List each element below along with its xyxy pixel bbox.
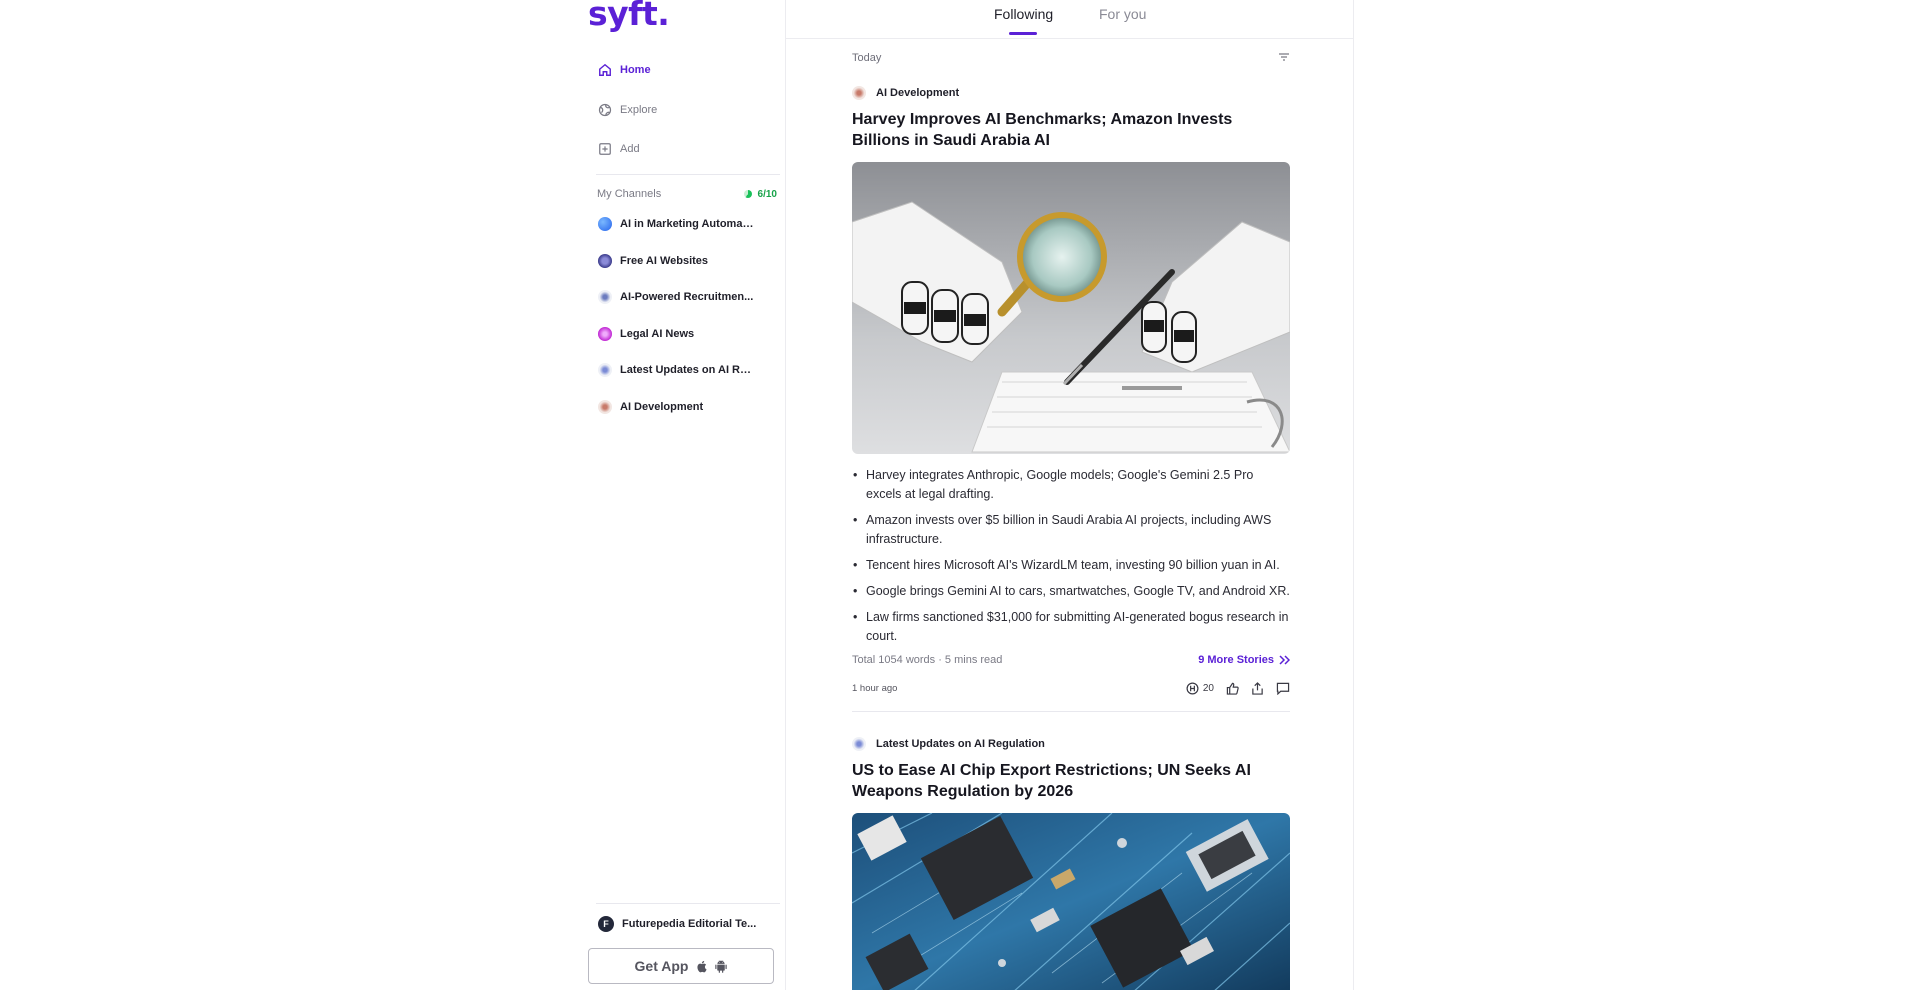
profile-button[interactable]: F Futurepedia Editorial Te... [598,916,756,932]
reactions-count: 20 [1202,683,1214,694]
get-app-button[interactable]: Get App [588,948,774,984]
summary-bullet: Google brings Gemini AI to cars, smartwa… [852,582,1290,601]
channel-avatar-icon [852,86,866,100]
active-tab-indicator [1009,32,1037,35]
channel-item[interactable]: Latest Updates on AI Re... [598,360,768,380]
circuit-board-illustration [852,813,1290,990]
card-image[interactable] [852,813,1290,990]
apple-icon [697,960,708,972]
double-chevron-right-icon [1279,655,1290,665]
summary-bullet: Harvey integrates Anthropic, Google mode… [852,466,1290,504]
section-label: Today [852,52,882,64]
post-time: 1 hour ago [852,683,898,694]
channels-header: My Channels 6/10 [597,188,777,200]
card-channel-tag[interactable]: Latest Updates on AI Regulation [852,737,1290,751]
nav-label-explore: Explore [620,103,658,116]
read-stats: Total 1054 words · 5 mins read [852,654,1003,666]
summary-bullet: Amazon invests over $5 billion in Saudi … [852,511,1290,549]
get-app-label: Get App [634,958,689,974]
channel-name: Free AI Websites [620,254,709,267]
card-actions-row: 1 hour ago 20 [852,682,1290,695]
channel-name: AI in Marketing Automati... [620,218,755,230]
nav-item-home[interactable]: Home [598,60,778,80]
comment-button[interactable] [1276,682,1290,695]
channel-name: Legal AI News [620,327,695,340]
story-card[interactable]: AI Development Harvey Improves AI Benchm… [852,86,1290,712]
channel-avatar-icon [852,737,866,751]
channels-count: 6/10 [743,188,777,200]
card-channel-tag[interactable]: AI Development [852,86,1290,100]
robot-magnifier-illustration [852,162,1290,454]
card-meta: Total 1054 words · 5 mins read 9 More St… [852,654,1290,666]
channel-name: Latest Updates on AI Re... [620,364,755,376]
sidebar-divider [596,174,780,175]
share-icon [1252,682,1263,695]
comment-icon [1276,682,1290,695]
summary-bullet: Tencent hires Microsoft AI's WizardLM te… [852,556,1290,575]
sidebar-divider [596,903,780,904]
home-icon [599,63,611,76]
channel-avatar-icon [598,290,612,304]
channel-avatar-icon [598,326,612,341]
channel-avatar-icon [598,399,612,414]
channel-item[interactable]: AI in Marketing Automati... [598,214,768,234]
channel-list: AI in Marketing Automati... Free AI Webs… [598,214,768,433]
card-actions: 20 [1174,682,1290,695]
progress-pie-icon [743,190,752,198]
brain-icon [1186,682,1199,695]
channel-avatar-icon [598,253,612,268]
channel-name: AI Development [620,400,704,413]
summary-bullet: Law firms sanctioned $31,000 for submitt… [852,608,1290,646]
card-image[interactable] [852,162,1290,454]
plus-square-icon [599,143,611,155]
card-title[interactable]: US to Ease AI Chip Export Restrictions; … [852,760,1290,802]
main-feed-panel: Following For you Today AI Development H… [786,0,1354,990]
syft-logo[interactable]: syft. [588,0,670,33]
card-channel-name: AI Development [876,87,960,99]
channel-item[interactable]: Free AI Websites [598,251,768,271]
nav-item-add[interactable]: Add [598,139,778,159]
channel-avatar-icon [598,217,612,231]
channel-item[interactable]: Legal AI News [598,324,768,344]
reactions-count-button[interactable]: 20 [1186,682,1214,695]
thumbs-up-icon [1226,682,1239,695]
like-button[interactable] [1226,682,1239,695]
more-stories-label: 9 More Stories [1198,654,1274,666]
channel-item[interactable]: AI-Powered Recruitmen... [598,287,768,307]
nav-label-add: Add [620,143,640,155]
card-summary-list: Harvey integrates Anthropic, Google mode… [852,466,1290,646]
tab-for-you[interactable]: For you [1099,6,1146,22]
avatar: F [598,916,614,932]
sort-icon[interactable] [1278,52,1290,62]
nav-item-explore[interactable]: Explore [598,100,778,120]
android-icon [715,959,728,973]
channels-count-text: 6/10 [757,188,777,200]
share-button[interactable] [1251,682,1264,695]
card-separator [852,711,1290,712]
channels-heading: My Channels [597,188,662,200]
more-stories-link[interactable]: 9 More Stories [1198,654,1290,666]
tab-following[interactable]: Following [994,6,1053,22]
feed-tabs: Following For you [786,0,1354,39]
globe-icon [598,103,612,116]
main-nav: Home Explore Add [598,60,778,179]
profile-name: Futurepedia Editorial Te... [622,918,757,930]
nav-label-home: Home [620,64,651,76]
channel-item[interactable]: AI Development [598,397,768,417]
sidebar: syft. Home Explore Add My Channels 6/10 … [588,0,786,990]
card-channel-name: Latest Updates on AI Regulation [876,738,1045,750]
channel-name: AI-Powered Recruitmen... [620,291,754,303]
story-card[interactable]: Latest Updates on AI Regulation US to Ea… [852,737,1290,990]
channel-avatar-icon [598,363,612,377]
card-title[interactable]: Harvey Improves AI Benchmarks; Amazon In… [852,109,1290,151]
